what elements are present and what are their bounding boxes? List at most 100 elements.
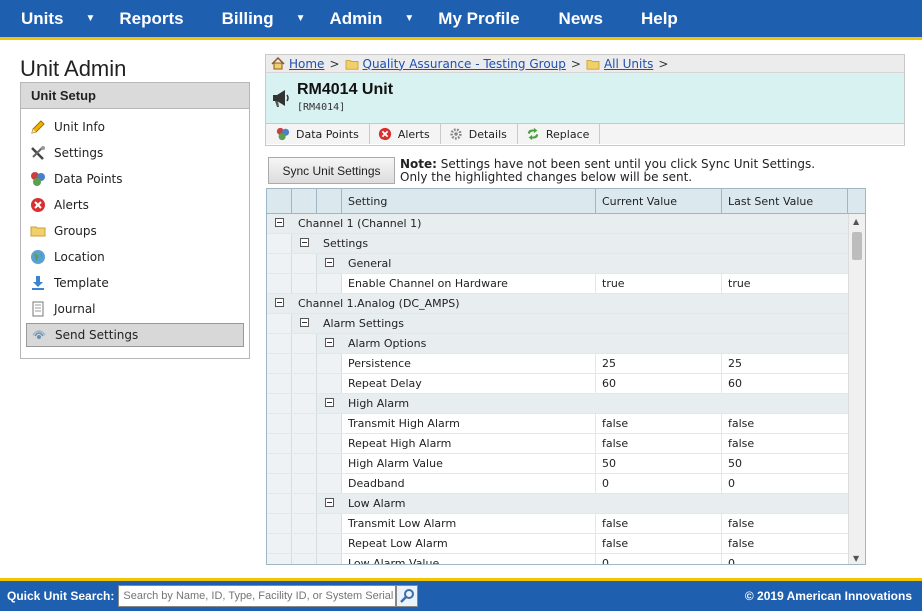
sidebar-item-location[interactable]: Location: [26, 245, 244, 269]
grid-group-row[interactable]: Alarm Options: [267, 334, 849, 354]
nav-billing[interactable]: Billing ▼: [222, 0, 306, 39]
chevron-down-icon[interactable]: ▼: [404, 13, 414, 24]
last-sent-value: false: [728, 437, 755, 450]
nav-admin[interactable]: Admin ▼: [330, 0, 415, 39]
nav-news-label: News: [558, 8, 603, 28]
scroll-up-icon[interactable]: ▲: [853, 217, 859, 226]
collapse-icon[interactable]: [275, 298, 284, 307]
pencil-icon: [30, 119, 46, 135]
indent-spacer: [317, 434, 342, 453]
nav-units[interactable]: Units ▼: [21, 0, 95, 39]
grid-setting-row[interactable]: Enable Channel on Hardware true true: [267, 274, 849, 294]
collapse-icon[interactable]: [325, 498, 334, 507]
tab-replace[interactable]: Replace: [518, 124, 601, 144]
collapse-cell[interactable]: [317, 494, 342, 513]
grid-setting-row[interactable]: Transmit High Alarm false false: [267, 414, 849, 434]
indent-spacer: [267, 554, 292, 564]
data-points-icon: [30, 171, 46, 187]
nav-reports[interactable]: Reports: [119, 0, 183, 39]
setting-name: Persistence: [342, 354, 596, 373]
breadcrumb-home-link[interactable]: Home: [289, 57, 324, 71]
grid-group-row[interactable]: General: [267, 254, 849, 274]
collapse-icon[interactable]: [300, 238, 309, 247]
nav-reports-label: Reports: [119, 8, 184, 28]
settings-grid: Setting Current Value Last Sent Value Ch…: [266, 188, 866, 565]
grid-group-row[interactable]: High Alarm: [267, 394, 849, 414]
sidebar-item-send-settings[interactable]: Send Settings: [26, 323, 244, 347]
scroll-down-icon[interactable]: ▼: [853, 554, 859, 563]
grid-header-last-sent-value[interactable]: Last Sent Value: [722, 189, 848, 213]
collapse-cell[interactable]: [317, 254, 342, 273]
sidebar-item-journal[interactable]: Journal: [26, 297, 244, 321]
grid-group-row[interactable]: Channel 1.Analog (DC_AMPS): [267, 294, 849, 314]
collapse-cell[interactable]: [292, 234, 317, 253]
grid-group-row[interactable]: Channel 1 (Channel 1): [267, 214, 849, 234]
collapse-icon[interactable]: [325, 338, 334, 347]
current-value: false: [596, 534, 722, 553]
tab-data-points[interactable]: Data Points: [266, 124, 370, 144]
quick-search-input[interactable]: [118, 585, 397, 607]
current-value: false: [596, 434, 722, 453]
last-sent-value: 50: [728, 457, 742, 470]
scrollbar-thumb[interactable]: [852, 232, 862, 260]
globe-icon: [30, 249, 46, 265]
breadcrumb-units-link[interactable]: All Units: [604, 57, 653, 71]
collapse-icon[interactable]: [275, 218, 284, 227]
nav-my-profile[interactable]: My Profile: [438, 0, 519, 39]
grid-scrollbar[interactable]: ▲ ▼: [848, 214, 865, 564]
sidebar-item-alerts[interactable]: Alerts: [26, 193, 244, 217]
replace-icon: [526, 127, 540, 141]
grid-group-row[interactable]: Low Alarm: [267, 494, 849, 514]
indent-spacer: [267, 534, 292, 553]
grid-setting-row[interactable]: Persistence 25 25: [267, 354, 849, 374]
search-button[interactable]: [396, 585, 419, 607]
nav-help[interactable]: Help: [641, 0, 678, 39]
collapse-cell[interactable]: [267, 214, 292, 233]
collapse-icon[interactable]: [300, 318, 309, 327]
grid-setting-row[interactable]: Repeat Low Alarm false false: [267, 534, 849, 554]
grid-group-row[interactable]: Alarm Settings: [267, 314, 849, 334]
grid-setting-row[interactable]: Deadband 0 0: [267, 474, 849, 494]
journal-icon: [30, 301, 46, 317]
collapse-cell[interactable]: [317, 334, 342, 353]
collapse-cell[interactable]: [317, 394, 342, 413]
sidebar-item-label: Settings: [54, 146, 104, 160]
indent-spacer: [317, 354, 342, 373]
sidebar-item-template[interactable]: Template: [26, 271, 244, 295]
breadcrumb-group-link[interactable]: Quality Assurance - Testing Group: [363, 57, 566, 71]
sidebar-item-settings[interactable]: Settings: [26, 141, 244, 165]
tab-details[interactable]: Details: [441, 124, 518, 144]
current-value: false: [596, 514, 722, 533]
breadcrumb-separator: >: [658, 56, 669, 71]
nav-news[interactable]: News: [559, 0, 603, 39]
sidebar-item-groups[interactable]: Groups: [26, 219, 244, 243]
group-label: Low Alarm: [342, 494, 849, 513]
sync-note: Note: Settings have not been sent until …: [400, 158, 815, 184]
grid-setting-row[interactable]: High Alarm Value 50 50: [267, 454, 849, 474]
grid-setting-row[interactable]: Low Alarm Value 0 0: [267, 554, 849, 564]
group-label: High Alarm: [342, 394, 849, 413]
sidebar-item-label: Groups: [54, 224, 97, 238]
tab-alerts[interactable]: Alerts: [370, 124, 441, 144]
grid-group-row[interactable]: Settings: [267, 234, 849, 254]
breadcrumb-separator: >: [570, 56, 581, 71]
collapse-icon[interactable]: [325, 398, 334, 407]
sidebar-item-data-points[interactable]: Data Points: [26, 167, 244, 191]
sync-unit-settings-button[interactable]: Sync Unit Settings: [268, 157, 395, 184]
grid-setting-row[interactable]: Repeat High Alarm false false: [267, 434, 849, 454]
grid-header-setting[interactable]: Setting: [342, 189, 596, 213]
sidebar-item-unit-info[interactable]: Unit Info: [26, 115, 244, 139]
quick-search-label: Quick Unit Search:: [7, 589, 115, 603]
nav-billing-label: Billing: [221, 8, 274, 28]
grid-setting-row[interactable]: Repeat Delay 60 60: [267, 374, 849, 394]
collapse-cell[interactable]: [292, 314, 317, 333]
collapse-icon[interactable]: [325, 258, 334, 267]
indent-spacer: [292, 534, 317, 553]
chevron-down-icon[interactable]: ▼: [296, 13, 306, 24]
collapse-cell[interactable]: [267, 294, 292, 313]
chevron-down-icon[interactable]: ▼: [86, 13, 96, 24]
grid-setting-row[interactable]: Transmit Low Alarm false false: [267, 514, 849, 534]
grid-header-current-value[interactable]: Current Value: [596, 189, 722, 213]
indent-spacer: [267, 274, 292, 293]
indent-spacer: [292, 394, 317, 413]
